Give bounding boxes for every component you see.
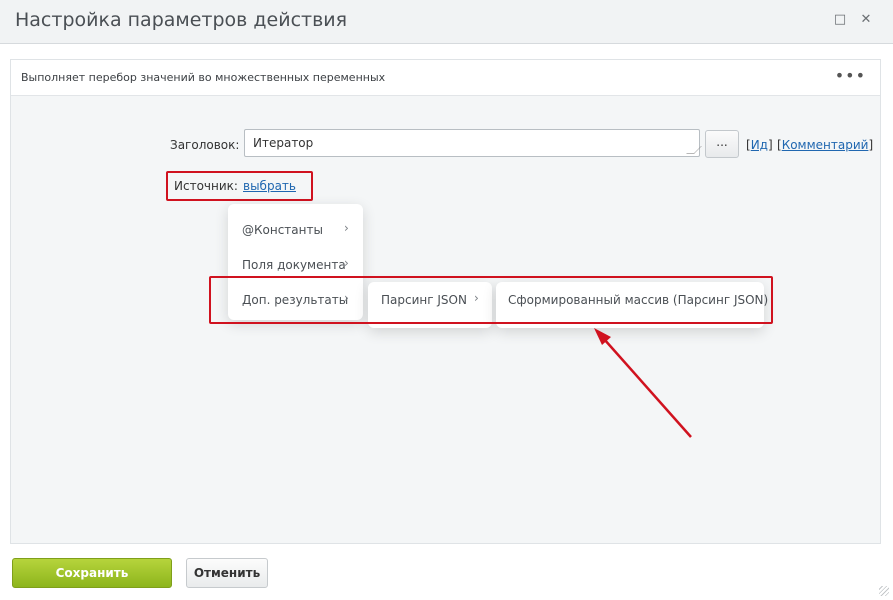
id-link-wrapper: [Ид] [746,138,773,152]
chevron-right-icon: › [344,221,349,235]
title-input[interactable] [244,129,700,157]
menu-item-document-fields[interactable]: Поля документа [242,258,346,272]
title-label: Заголовок: [170,138,240,152]
source-highlight-box [166,171,313,201]
panel-header: Выполняет перебор значений во множествен… [11,60,880,96]
window-title: Настройка параметров действия [15,9,348,31]
comment-link-wrapper: [Комментарий] [777,138,874,152]
more-options-icon[interactable]: ••• [835,66,866,85]
close-icon[interactable]: ✕ [856,10,876,30]
cancel-button[interactable]: Отменить [186,558,268,588]
action-description: Выполняет перебор значений во множествен… [21,71,386,84]
maximize-icon[interactable]: □ [830,10,850,30]
window-resize-icon[interactable] [879,586,889,596]
comment-link[interactable]: Комментарий [782,138,869,152]
title-bar: Настройка параметров действия □ ✕ [0,0,893,44]
id-link[interactable]: Ид [751,138,768,152]
insert-value-button[interactable]: ... [705,130,739,158]
save-button[interactable]: Сохранить (Ctrl+Enter) [12,558,172,600]
chevron-right-icon: › [344,256,349,270]
menu-item-constants[interactable]: @Константы [242,223,323,237]
menu-path-highlight-box [209,276,773,324]
